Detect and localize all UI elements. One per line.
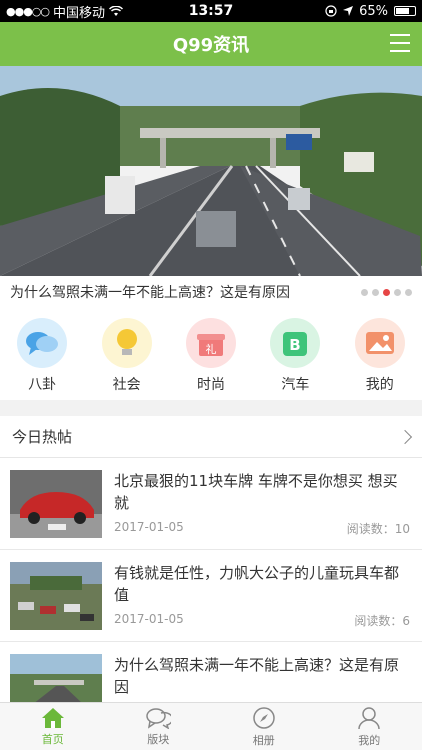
section-divider — [0, 400, 422, 416]
signal-icon: ●●●○○ — [6, 4, 50, 18]
pager-dot-active — [383, 288, 390, 296]
forum-icon — [146, 707, 172, 729]
tab-label: 版块 — [147, 732, 170, 746]
category-label: 社会 — [112, 377, 141, 393]
chat-bubbles-icon — [17, 318, 68, 368]
rotation-lock-icon — [325, 5, 337, 17]
gift-icon: 礼 — [185, 318, 236, 368]
post-list: 北京最狠的11块车牌 车牌不是你想买 想买就 2017-01-05 阅读数：10… — [0, 458, 422, 702]
post-thumbnail — [10, 470, 102, 538]
tab-label: 首页 — [41, 732, 64, 746]
banner-image — [0, 66, 422, 276]
wifi-icon — [109, 5, 124, 16]
user-icon — [358, 706, 380, 729]
banner-caption: 为什么驾照未满一年不能上高速？这是有原因 — [10, 285, 290, 301]
list-item[interactable]: 有钱就是任性，力帆大公子的儿童玩具车都值 2017-01-05 阅读数：6 — [0, 550, 422, 642]
pager-dot — [394, 288, 401, 296]
menu-icon[interactable] — [390, 34, 410, 52]
category-label: 我的 — [365, 377, 394, 393]
banner-caption-bar[interactable]: 为什么驾照未满一年不能上高速？这是有原因 — [0, 276, 422, 308]
post-date: 2017-01-05 — [114, 612, 184, 626]
post-reads: 阅读数：6 — [354, 614, 410, 628]
clock: 13:57 — [188, 3, 234, 19]
pager-dot — [405, 288, 412, 296]
tab-me[interactable]: 我的 — [317, 703, 422, 750]
banner-carousel[interactable] — [0, 66, 422, 276]
hot-posts-title: 今日热帖 — [12, 428, 73, 446]
tab-home[interactable]: 首页 — [0, 703, 106, 750]
tab-label: 我的 — [358, 733, 381, 747]
svg-text:礼: 礼 — [205, 342, 216, 356]
tab-bar: 首页 版块 相册 我的 — [0, 702, 422, 750]
photo-icon — [354, 318, 405, 368]
pager-dot — [361, 288, 368, 296]
nav-bar: Q99资讯 — [0, 22, 422, 66]
category-label: 时尚 — [196, 377, 225, 393]
post-thumbnail — [10, 562, 102, 630]
carrier-label: 中国移动 — [53, 5, 106, 21]
category-grid: 八卦 社会 礼 时尚 B 汽车 我的 — [0, 308, 422, 400]
tab-forum[interactable]: 版块 — [106, 703, 212, 750]
app-title: Q99资讯 — [172, 35, 250, 56]
post-title: 有钱就是任性，力帆大公子的儿童玩具车都值 — [114, 564, 400, 604]
pager-dot — [372, 288, 379, 296]
list-item[interactable]: 北京最狠的11块车牌 车牌不是你想买 想买就 2017-01-05 阅读数：10 — [0, 458, 422, 550]
car-b-icon: B — [270, 318, 321, 368]
category-society[interactable]: 社会 — [95, 318, 159, 394]
compass-icon — [253, 706, 275, 729]
post-thumbnail — [10, 654, 102, 702]
lightbulb-icon — [101, 318, 152, 368]
hot-posts-header[interactable]: 今日热帖 — [0, 416, 422, 458]
chevron-right-icon — [397, 429, 413, 444]
category-gossip[interactable]: 八卦 — [10, 318, 74, 394]
battery-percent: 65% — [359, 3, 388, 19]
svg-text:B: B — [290, 336, 301, 354]
battery-icon — [394, 6, 416, 16]
app-screen: ●●●○○ 中国移动 13:57 65% Q99资讯 为什么驾照未满一年不能上高… — [0, 0, 422, 750]
category-car[interactable]: B 汽车 — [263, 318, 327, 394]
carousel-pager — [361, 288, 412, 296]
location-icon — [343, 6, 354, 16]
category-mine[interactable]: 我的 — [348, 318, 412, 394]
category-label: 汽车 — [281, 377, 310, 393]
category-fashion[interactable]: 礼 时尚 — [179, 318, 243, 394]
post-title: 北京最狠的11块车牌 车牌不是你想买 想买就 — [114, 472, 398, 512]
home-icon — [41, 707, 64, 728]
list-item[interactable]: 为什么驾照未满一年不能上高速？这是有原因 — [0, 642, 422, 702]
tab-album[interactable]: 相册 — [211, 703, 317, 750]
category-label: 八卦 — [28, 377, 57, 393]
status-bar: ●●●○○ 中国移动 13:57 65% — [0, 0, 422, 22]
post-date: 2017-01-05 — [114, 520, 184, 534]
post-reads: 阅读数：10 — [346, 522, 410, 536]
post-title: 为什么驾照未满一年不能上高速？这是有原因 — [114, 656, 400, 696]
tab-label: 相册 — [252, 733, 275, 747]
